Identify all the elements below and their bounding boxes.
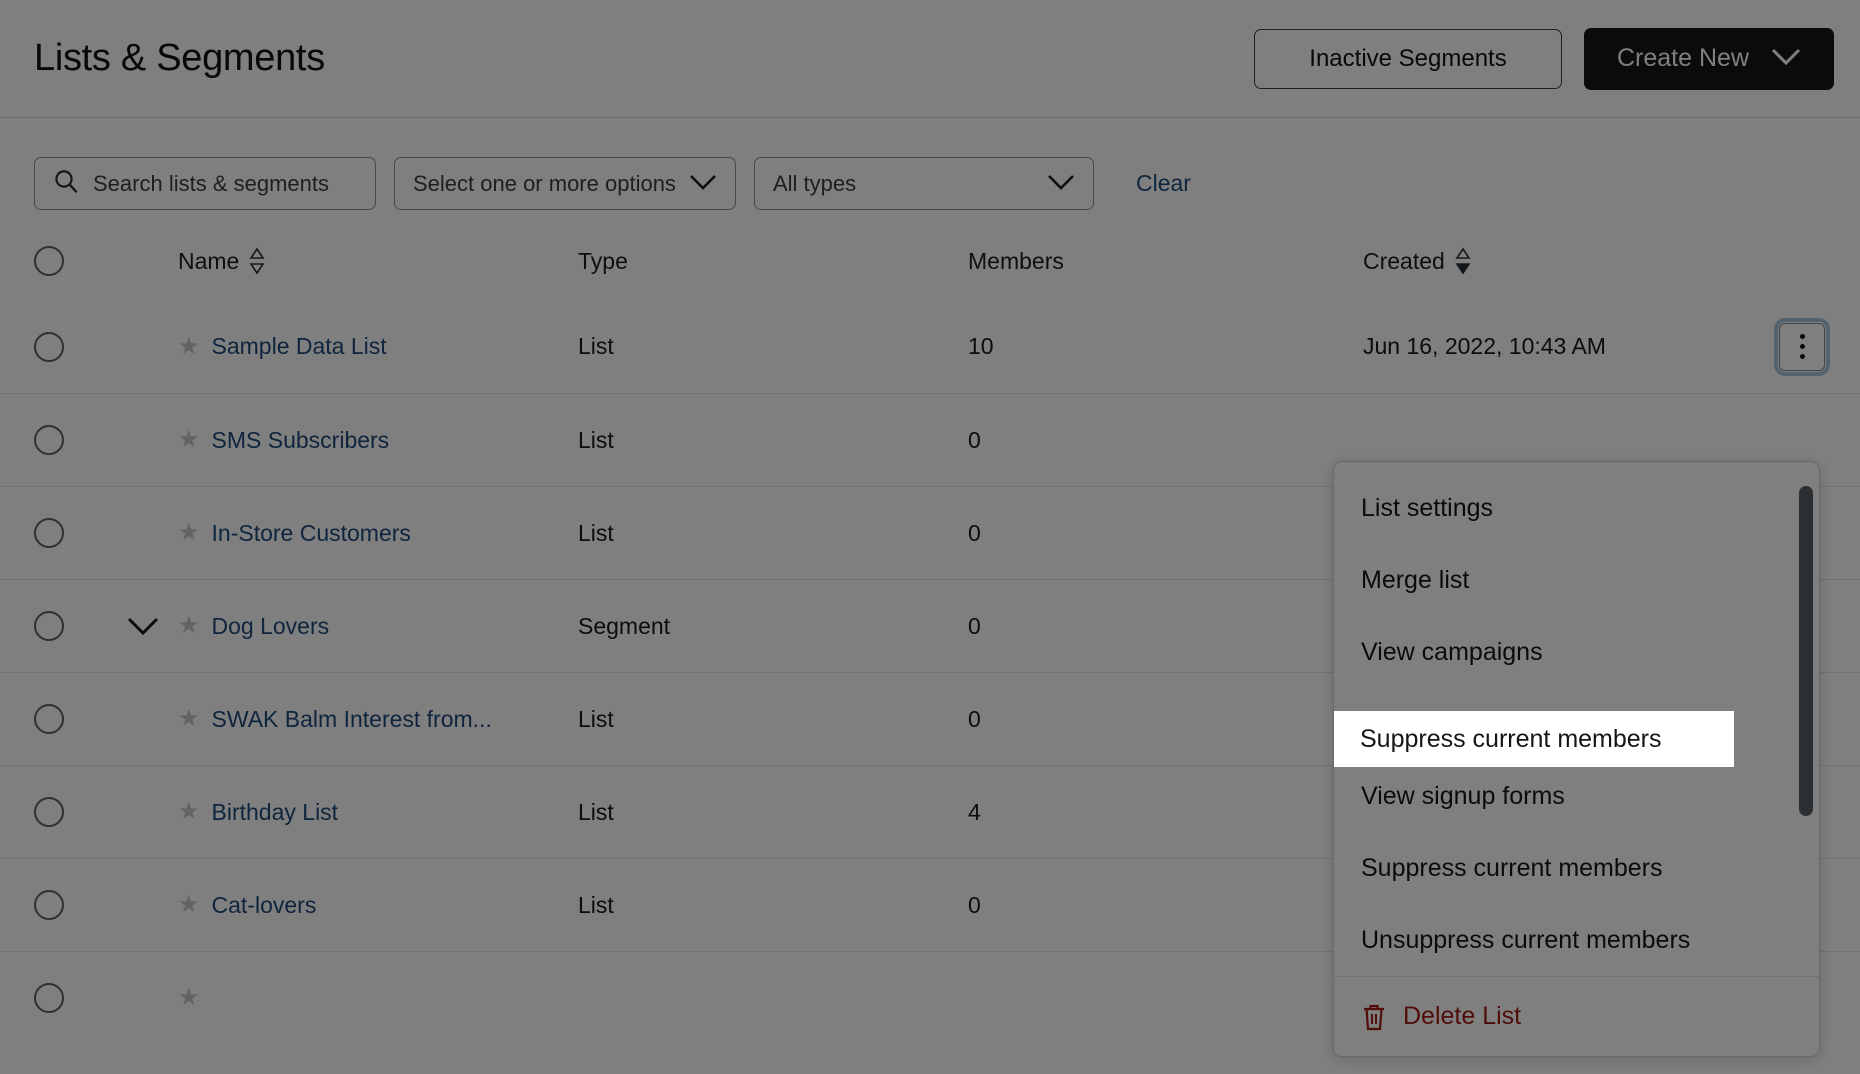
menu-item-suppress-current-members-highlighted[interactable]: Suppress current members (1334, 711, 1734, 767)
modal-backdrop-overlay[interactable] (0, 0, 1860, 1074)
lists-and-segments-page: Lists & Segments Inactive Segments Creat… (0, 0, 1860, 1074)
